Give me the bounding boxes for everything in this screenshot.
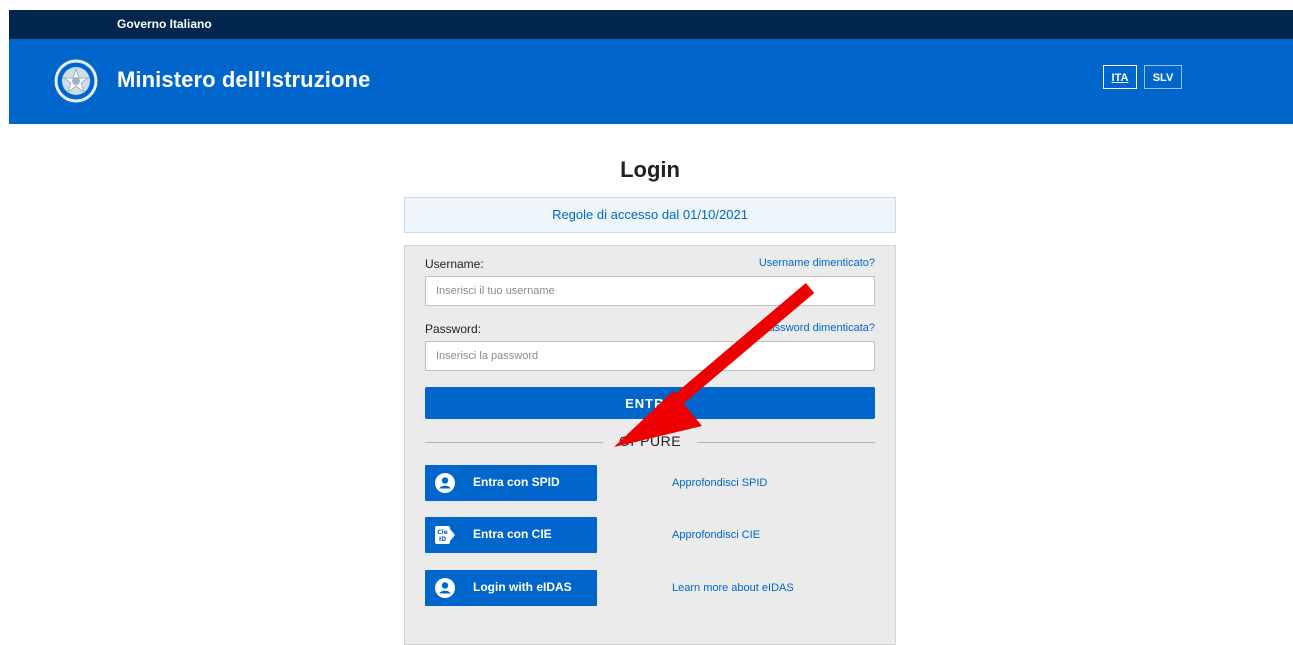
spid-button-label: Entra con SPID bbox=[473, 475, 560, 489]
access-rules-notice[interactable]: Regole di accesso dal 01/10/2021 bbox=[404, 197, 896, 233]
eidas-login-button[interactable]: Login with eIDAS bbox=[425, 570, 597, 606]
svg-text:ID: ID bbox=[439, 536, 446, 543]
password-input[interactable] bbox=[425, 341, 875, 371]
cie-id-icon: Cie ID bbox=[435, 526, 455, 544]
spid-login-button[interactable]: Entra con SPID bbox=[425, 465, 597, 501]
learn-more-eidas-link[interactable]: Learn more about eIDAS bbox=[672, 582, 794, 594]
or-divider-text: OPPURE bbox=[618, 433, 682, 449]
language-ita-button[interactable]: ITA bbox=[1103, 65, 1137, 89]
learn-more-spid-link[interactable]: Approfondisci SPID bbox=[672, 477, 767, 489]
username-input[interactable] bbox=[425, 276, 875, 306]
learn-more-cie-link[interactable]: Approfondisci CIE bbox=[672, 529, 760, 541]
page-title: Login bbox=[620, 157, 680, 182]
divider-line-left bbox=[425, 442, 603, 443]
svg-text:Cie: Cie bbox=[437, 529, 448, 536]
cie-button-label: Entra con CIE bbox=[473, 527, 552, 541]
forgot-password-link[interactable]: Password dimenticata? bbox=[761, 322, 875, 334]
government-label: Governo Italiano bbox=[117, 17, 212, 31]
ministry-title: Ministero dell'Istruzione bbox=[117, 67, 371, 92]
user-circle-icon bbox=[435, 578, 455, 598]
site-header: Ministero dell'Istruzione ITA SLV bbox=[9, 39, 1293, 124]
government-bar: Governo Italiano bbox=[9, 10, 1293, 39]
forgot-username-link[interactable]: Username dimenticato? bbox=[759, 257, 875, 269]
username-label: Username: bbox=[425, 257, 484, 271]
eidas-button-label: Login with eIDAS bbox=[473, 580, 572, 594]
user-circle-icon bbox=[435, 473, 455, 493]
cie-login-button[interactable]: Cie ID Entra con CIE bbox=[425, 517, 597, 553]
password-label: Password: bbox=[425, 322, 482, 336]
republic-emblem-icon bbox=[54, 59, 98, 103]
enter-button[interactable]: ENTRA bbox=[425, 387, 875, 419]
divider-line-right bbox=[697, 442, 875, 443]
language-slv-button[interactable]: SLV bbox=[1144, 65, 1182, 89]
login-panel: Username: Username dimenticato? Password… bbox=[404, 245, 896, 645]
